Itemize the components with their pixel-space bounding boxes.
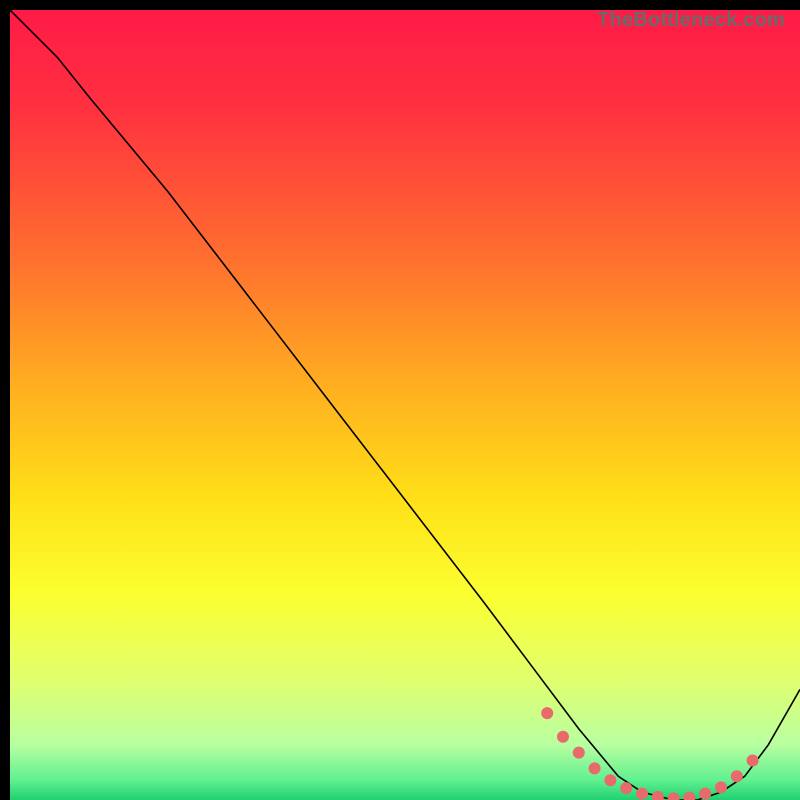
marker-dot	[731, 770, 743, 782]
marker-dot	[699, 788, 711, 800]
chart-frame: TheBottleneck.com	[5, 5, 795, 795]
marker-dot	[620, 782, 632, 794]
watermark-text: TheBottleneck.com	[597, 9, 785, 32]
marker-dot	[557, 731, 569, 743]
marker-dot	[604, 774, 616, 786]
chart-background	[10, 10, 800, 800]
marker-dot	[589, 762, 601, 774]
marker-dot	[747, 755, 759, 767]
marker-dot	[636, 788, 648, 800]
marker-dot	[541, 707, 553, 719]
marker-dot	[715, 781, 727, 793]
chart-svg	[10, 10, 800, 800]
marker-dot	[573, 747, 585, 759]
